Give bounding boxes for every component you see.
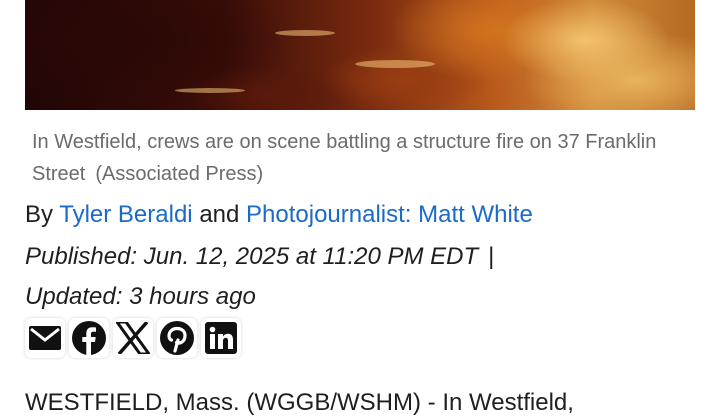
facebook-icon (72, 321, 106, 355)
share-pinterest-button[interactable] (157, 318, 197, 358)
byline-and: and (199, 201, 240, 228)
article-hero-image (25, 0, 695, 110)
photographer-link[interactable]: Photojournalist: Matt White (246, 201, 533, 228)
date-separator: | (488, 243, 495, 270)
pinterest-icon (160, 321, 194, 355)
fire-highlight (355, 60, 435, 68)
share-facebook-button[interactable] (69, 318, 109, 358)
updated-date: Updated: 3 hours ago (25, 283, 256, 310)
byline-by: By (25, 201, 54, 228)
byline: By Tyler Beraldi and Photojournalist: Ma… (25, 198, 705, 232)
published-date: Published: Jun. 12, 2025 at 11:20 PM EDT (25, 243, 479, 270)
fire-highlight (275, 30, 335, 36)
fire-highlight (175, 88, 245, 93)
linkedin-icon (205, 322, 237, 354)
image-caption: In Westfield, crews are on scene battlin… (32, 126, 702, 190)
share-email-button[interactable] (25, 318, 65, 358)
share-bar (25, 318, 241, 358)
x-icon (116, 322, 150, 354)
email-icon (29, 326, 61, 350)
share-x-button[interactable] (113, 318, 153, 358)
share-linkedin-button[interactable] (201, 318, 241, 358)
caption-credit: (Associated Press) (95, 163, 264, 185)
article-dates: Published: Jun. 12, 2025 at 11:20 PM EDT… (25, 237, 705, 317)
article-body-first-line: WESTFIELD, Mass. (WGGB/WSHM) - In Westfi… (25, 389, 574, 416)
author-link[interactable]: Tyler Beraldi (59, 201, 192, 228)
